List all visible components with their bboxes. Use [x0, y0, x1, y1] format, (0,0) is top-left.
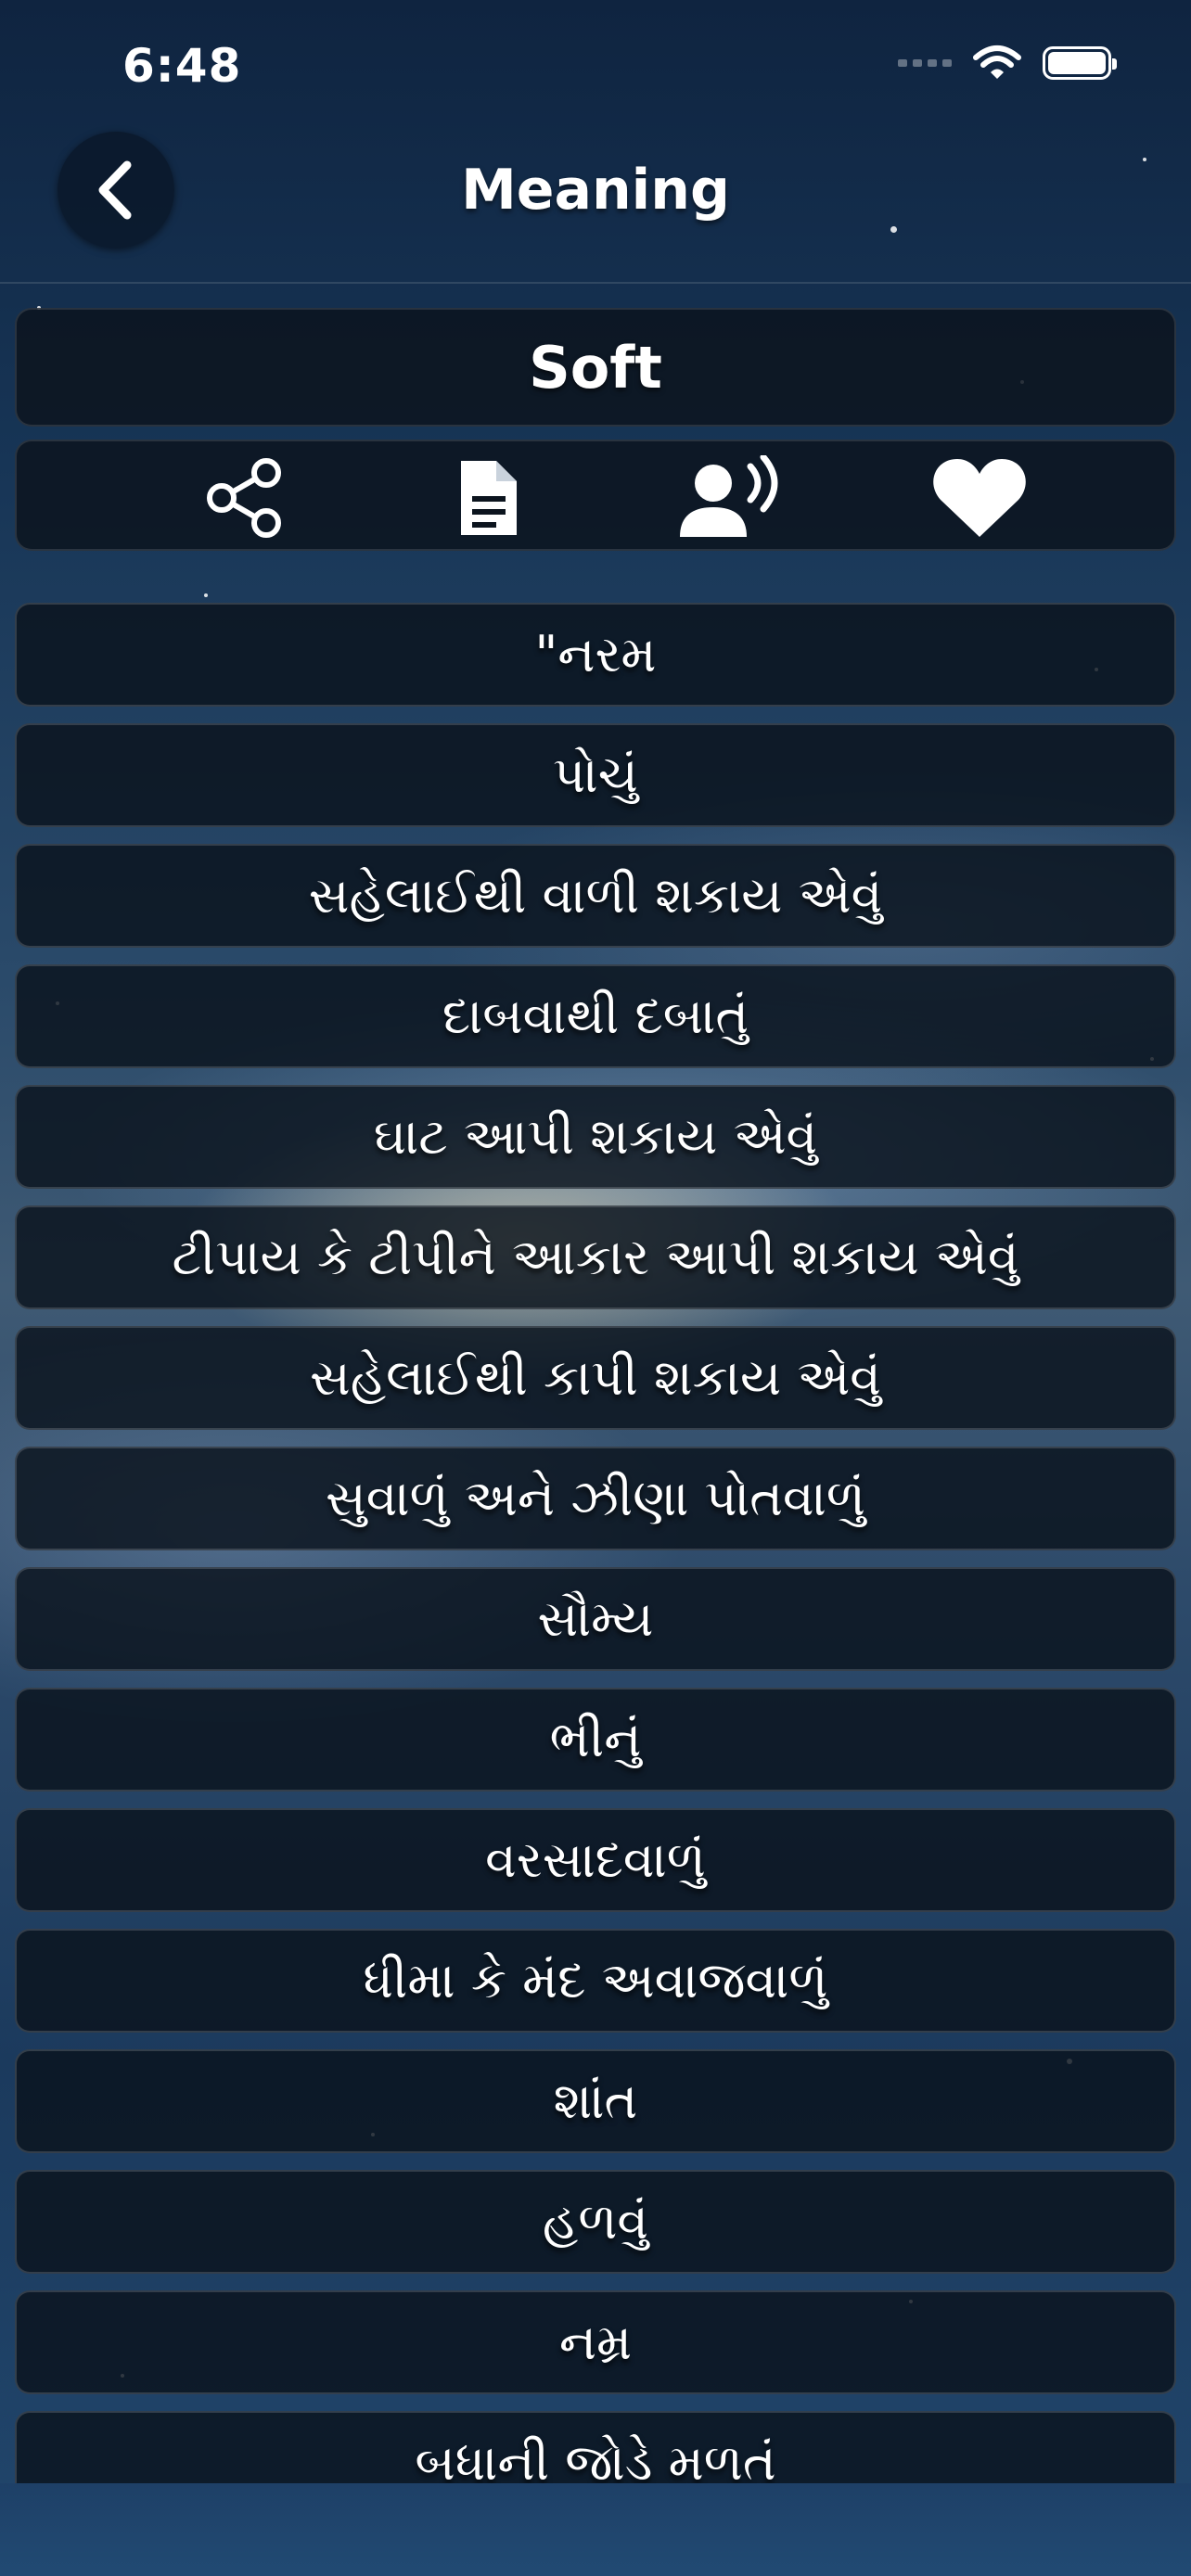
meaning-item[interactable]: ઘાટ આપી શકાય એવું — [15, 1085, 1176, 1189]
share-icon — [207, 458, 281, 538]
battery-icon — [1043, 46, 1117, 80]
meaning-item[interactable]: "નરમ — [15, 603, 1176, 707]
meaning-item[interactable]: વરસાદવાળું — [15, 1808, 1176, 1912]
meaning-item[interactable]: ટીપાય કે ટીપીને આકાર આપી શકાય એવું — [15, 1205, 1176, 1309]
share-button[interactable] — [189, 456, 301, 540]
document-icon — [461, 461, 517, 535]
document-button[interactable] — [432, 456, 544, 540]
favorite-button[interactable] — [924, 456, 1035, 540]
meaning-text: ટીપાય કે ટીપીને આકાર આપી શકાય એવું — [172, 1228, 1019, 1286]
speaker-voice-icon — [680, 455, 778, 537]
meaning-item[interactable]: ધીમા કે મંદ અવાજવાળું — [15, 1929, 1176, 2033]
heart-icon — [933, 459, 1026, 537]
meaning-text: ઘાટ આપી શકાય એવું — [373, 1107, 818, 1166]
meaning-text: ભીનું — [549, 1710, 642, 1768]
meaning-text: સહેલાઈથી કાપી શકાય એવું — [310, 1348, 881, 1407]
meaning-item[interactable]: પોચું — [15, 723, 1176, 827]
word-card: Soft — [15, 308, 1176, 427]
action-bar — [15, 440, 1176, 551]
meaning-text: વરસાદવાળું — [485, 1830, 706, 1889]
meaning-text: સૌમ્ય — [537, 1589, 654, 1648]
meaning-item[interactable]: હળવું — [15, 2170, 1176, 2274]
meaning-item[interactable]: સૌમ્ય — [15, 1567, 1176, 1671]
speak-button[interactable] — [675, 455, 787, 540]
meaning-item[interactable]: સુવાળું અને ઝીણા પોતવાળું — [15, 1447, 1176, 1550]
page-title: Meaning — [461, 158, 730, 223]
meaning-text: સુવાળું અને ઝીણા પોતવાળું — [325, 1469, 866, 1527]
status-bar: 6:48 — [0, 0, 1191, 130]
cellular-signal-icon — [898, 59, 952, 67]
meaning-item[interactable]: સહેલાઈથી વાળી શકાય એવું — [15, 844, 1176, 948]
meaning-item[interactable]: શાંત — [15, 2049, 1176, 2153]
status-time: 6:48 — [122, 39, 242, 93]
meaning-text: હળવું — [542, 2192, 649, 2251]
meaning-item[interactable]: સહેલાઈથી કાપી શકાય એવું — [15, 1326, 1176, 1430]
meaning-text: શાંત — [553, 2072, 638, 2130]
bottom-background — [0, 2483, 1191, 2576]
meaning-text: નમ્ર — [558, 2313, 633, 2371]
meaning-text: સહેલાઈથી વાળી શકાય એવું — [308, 866, 883, 925]
wifi-icon — [973, 45, 1021, 79]
word-title: Soft — [529, 333, 662, 402]
status-icons — [898, 45, 1117, 82]
header-bar: Meaning — [0, 130, 1191, 284]
meaning-text: દાબવાથી દબાતું — [442, 987, 749, 1045]
meaning-item[interactable]: ભીનું — [15, 1688, 1176, 1792]
meaning-item[interactable]: નમ્ર — [15, 2290, 1176, 2394]
meaning-text: "નરમ — [534, 625, 657, 683]
meaning-text: ધીમા કે મંદ અવાજવાળું — [363, 1951, 828, 2009]
meaning-text: પોચું — [553, 746, 638, 804]
meaning-item[interactable]: દાબવાથી દબાતું — [15, 964, 1176, 1068]
